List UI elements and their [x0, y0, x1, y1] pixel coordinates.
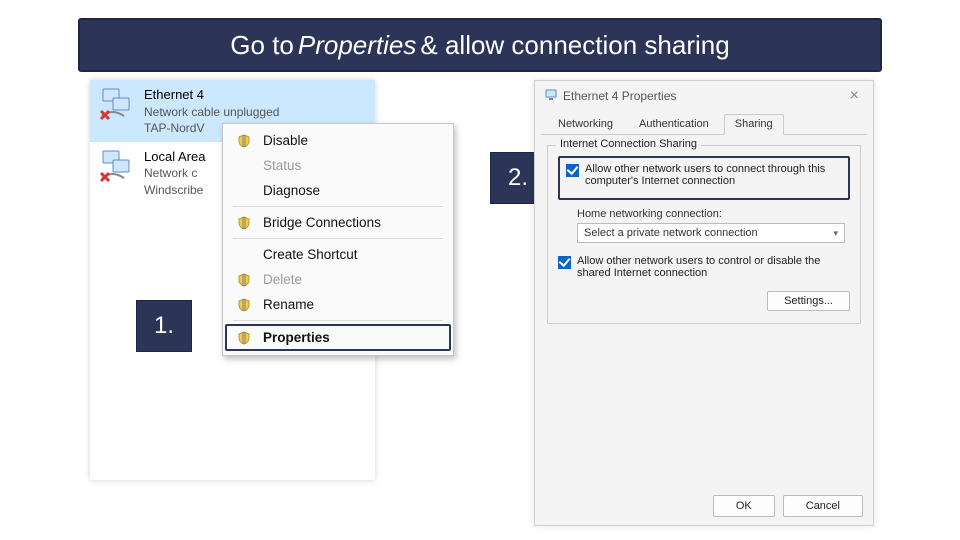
- menu-create-shortcut[interactable]: Create Shortcut: [225, 242, 451, 267]
- ics-groupbox: Internet Connection Sharing Allow other …: [547, 145, 861, 324]
- allow-connect-highlight: Allow other network users to connect thr…: [558, 156, 850, 200]
- tab-networking[interactable]: Networking: [547, 114, 624, 135]
- menu-label: Status: [263, 158, 301, 173]
- close-icon[interactable]: ×: [846, 87, 863, 105]
- menu-label: Create Shortcut: [263, 247, 358, 262]
- adapter-name: Local Area: [144, 148, 205, 166]
- home-networking-label: Home networking connection:: [577, 208, 850, 220]
- network-adapter-icon: [98, 148, 138, 188]
- shield-icon: [235, 216, 253, 230]
- menu-separator: [233, 238, 443, 239]
- dialog-titlebar: Ethernet 4 Properties ×: [535, 81, 873, 109]
- home-networking-select[interactable]: Select a private network connection ▾: [577, 223, 845, 243]
- shield-icon: [235, 331, 253, 345]
- menu-rename[interactable]: Rename: [225, 292, 451, 317]
- instruction-title: Go to Properties & allow connection shar…: [78, 18, 882, 72]
- menu-label: Bridge Connections: [263, 215, 381, 230]
- settings-button[interactable]: Settings...: [767, 291, 850, 311]
- allow-control-row[interactable]: Allow other network users to control or …: [558, 255, 850, 279]
- menu-disable[interactable]: Disable: [225, 128, 451, 153]
- groupbox-legend: Internet Connection Sharing: [556, 138, 701, 150]
- menu-label: Disable: [263, 133, 308, 148]
- network-small-icon: [545, 89, 557, 104]
- menu-bridge[interactable]: Bridge Connections: [225, 210, 451, 235]
- title-pre: Go to: [230, 30, 294, 61]
- menu-diagnose[interactable]: Diagnose: [225, 178, 451, 203]
- ok-button[interactable]: OK: [713, 495, 775, 517]
- title-post: & allow connection sharing: [420, 30, 729, 61]
- title-em: Properties: [298, 30, 417, 61]
- allow-connect-row[interactable]: Allow other network users to connect thr…: [566, 163, 842, 187]
- tab-sharing[interactable]: Sharing: [724, 114, 784, 135]
- adapter-name: Ethernet 4: [144, 86, 279, 104]
- menu-label: Diagnose: [263, 183, 320, 198]
- allow-connect-label: Allow other network users to connect thr…: [585, 163, 842, 187]
- menu-properties[interactable]: Properties: [225, 324, 451, 351]
- checkbox-checked-icon[interactable]: [566, 164, 579, 177]
- menu-label: Rename: [263, 297, 314, 312]
- context-menu: Disable Status Diagnose Bridge Connectio…: [222, 123, 454, 356]
- network-adapter-icon: [98, 86, 138, 126]
- dialog-title-text: Ethernet 4 Properties: [563, 89, 676, 103]
- step-badge-1: 1.: [136, 300, 192, 352]
- network-item-text: Local Area Network c Windscribe: [144, 148, 205, 198]
- allow-control-label: Allow other network users to control or …: [577, 255, 850, 279]
- select-value: Select a private network connection: [584, 227, 758, 239]
- shield-icon: [235, 298, 253, 312]
- menu-delete: Delete: [225, 267, 451, 292]
- cancel-button[interactable]: Cancel: [783, 495, 863, 517]
- shield-icon: [235, 273, 253, 287]
- dialog-footer: OK Cancel: [713, 495, 863, 517]
- properties-dialog: Ethernet 4 Properties × Networking Authe…: [534, 80, 874, 526]
- tab-authentication[interactable]: Authentication: [628, 114, 720, 135]
- adapter-status: Network cable unplugged: [144, 104, 279, 120]
- menu-separator: [233, 320, 443, 321]
- shield-icon: [235, 134, 253, 148]
- chevron-down-icon: ▾: [833, 228, 838, 239]
- adapter-driver: Windscribe: [144, 182, 205, 198]
- adapter-status: Network c: [144, 165, 205, 181]
- checkbox-checked-icon[interactable]: [558, 256, 571, 269]
- menu-label: Properties: [263, 330, 330, 345]
- menu-label: Delete: [263, 272, 302, 287]
- dialog-tabs: Networking Authentication Sharing: [541, 113, 867, 135]
- menu-separator: [233, 206, 443, 207]
- menu-status: Status: [225, 153, 451, 178]
